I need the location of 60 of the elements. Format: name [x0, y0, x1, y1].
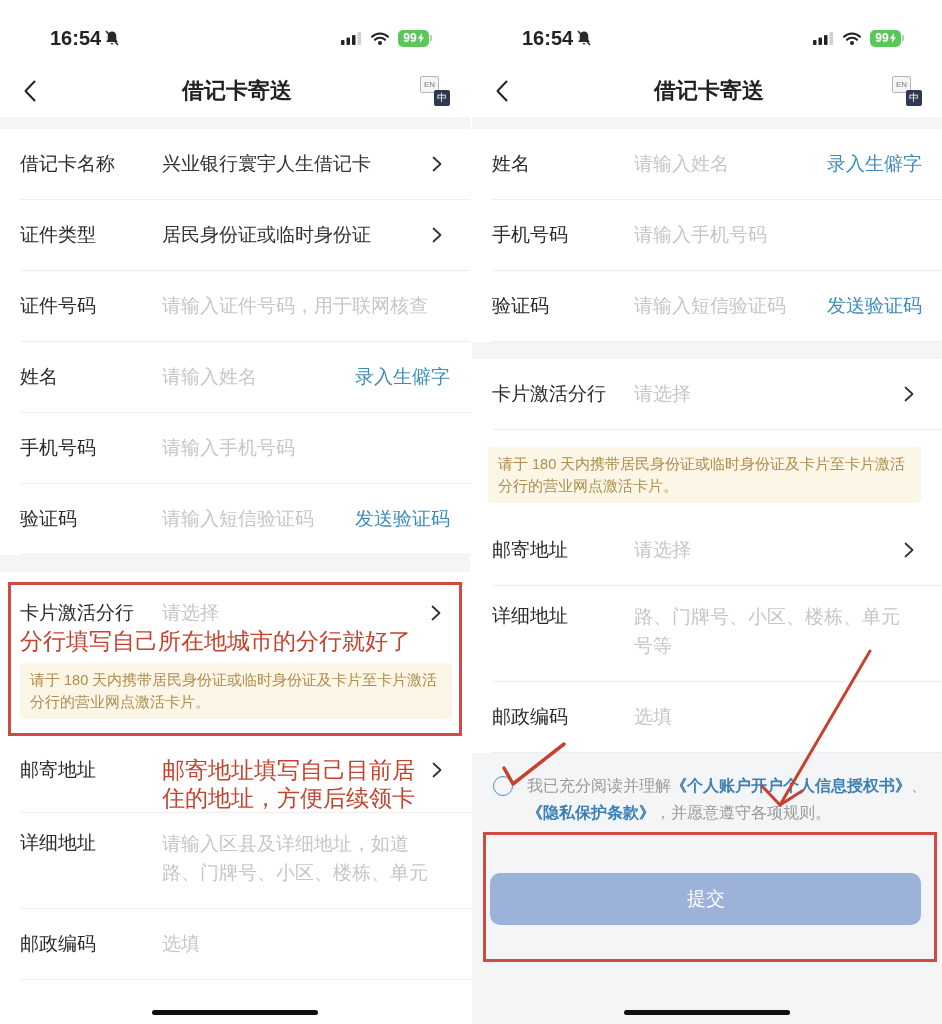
field-label: 卡片激活分行 — [20, 601, 135, 625]
field-label: 详细地址 — [492, 604, 569, 628]
field-label: 姓名 — [492, 152, 531, 176]
text-input[interactable]: 请输入短信验证码 — [634, 292, 827, 320]
wifi-icon — [843, 31, 861, 45]
text-input[interactable]: 选填 — [162, 930, 450, 958]
text-input[interactable]: 请输入短信验证码 — [162, 505, 355, 533]
chevron-right-icon — [432, 762, 442, 778]
text-input[interactable]: 请输入手机号码 — [634, 221, 922, 249]
agreement-link[interactable]: 《隐私保护条款》 — [527, 804, 655, 821]
signal-icon — [341, 31, 362, 45]
field-label: 手机号码 — [492, 223, 569, 247]
text-input[interactable]: 请输入手机号码 — [162, 434, 450, 462]
text-input[interactable]: 请输入证件号码，用于联网核查 — [162, 292, 450, 320]
notice-box: 请于 180 天内携带居民身份证或临时身份证及卡片至卡片激活分行的营业网点激活卡片。 — [20, 663, 452, 719]
field-label: 手机号码 — [20, 436, 97, 460]
signal-icon — [813, 31, 834, 45]
language-switch-button[interactable]: EN 中 — [892, 75, 922, 106]
bolt-icon — [889, 33, 896, 43]
field-label: 邮寄地址 — [492, 538, 569, 562]
text-input[interactable]: 请输入姓名 — [634, 150, 827, 178]
chevron-right-icon — [432, 156, 442, 172]
annotation-text: 邮寄地址填写自己目前居住的地址，方便后续领卡 — [162, 756, 416, 812]
chevron-right-icon — [904, 386, 914, 402]
language-switch-button[interactable]: EN 中 — [420, 75, 450, 106]
address-textarea[interactable]: 路、门牌号、小区、楼栋、单元号等 — [634, 602, 906, 660]
notice-box: 请于 180 天内携带居民身份证或临时身份证及卡片至卡片激活分行的营业网点激活卡片。 — [488, 447, 921, 503]
picker-field[interactable]: 兴业银行寰宇人生借记卡 — [162, 150, 371, 178]
picker-field[interactable]: 居民身份证或临时身份证 — [162, 221, 371, 249]
action-link[interactable]: 发送验证码 — [827, 292, 922, 320]
action-link[interactable]: 发送验证码 — [355, 505, 450, 533]
bolt-icon — [417, 33, 424, 43]
field-label: 验证码 — [492, 294, 550, 318]
battery-percent: 99 — [875, 29, 889, 47]
annotation-text: 分行填写自己所在地城市的分行就好了 — [20, 627, 412, 655]
field-label: 借记卡名称 — [20, 152, 116, 176]
wifi-icon — [371, 31, 389, 45]
text-input[interactable]: 选填 — [634, 703, 922, 731]
back-icon[interactable] — [496, 79, 508, 102]
action-link[interactable]: 录入生僻字 — [355, 363, 450, 391]
field-label: 证件类型 — [20, 223, 97, 247]
battery-percent: 99 — [403, 29, 417, 47]
field-label: 详细地址 — [20, 831, 97, 855]
status-time: 16:54 — [50, 27, 102, 49]
field-label: 邮政编码 — [20, 932, 97, 956]
chevron-right-icon — [431, 605, 441, 621]
field-label: 邮政编码 — [492, 705, 569, 729]
field-label: 卡片激活分行 — [492, 382, 607, 406]
field-label: 邮寄地址 — [20, 758, 97, 782]
status-time: 16:54 — [522, 27, 574, 49]
field-label: 证件号码 — [20, 294, 97, 318]
page-title: 借记卡寄送 — [654, 76, 764, 105]
chevron-right-icon — [432, 227, 442, 243]
page-title: 借记卡寄送 — [182, 76, 292, 105]
field-label: 验证码 — [20, 507, 78, 531]
action-link[interactable]: 录入生僻字 — [827, 150, 922, 178]
text-input[interactable]: 请输入姓名 — [162, 363, 355, 391]
chevron-right-icon — [904, 542, 914, 558]
field-label: 姓名 — [20, 365, 59, 389]
back-icon[interactable] — [24, 79, 36, 102]
